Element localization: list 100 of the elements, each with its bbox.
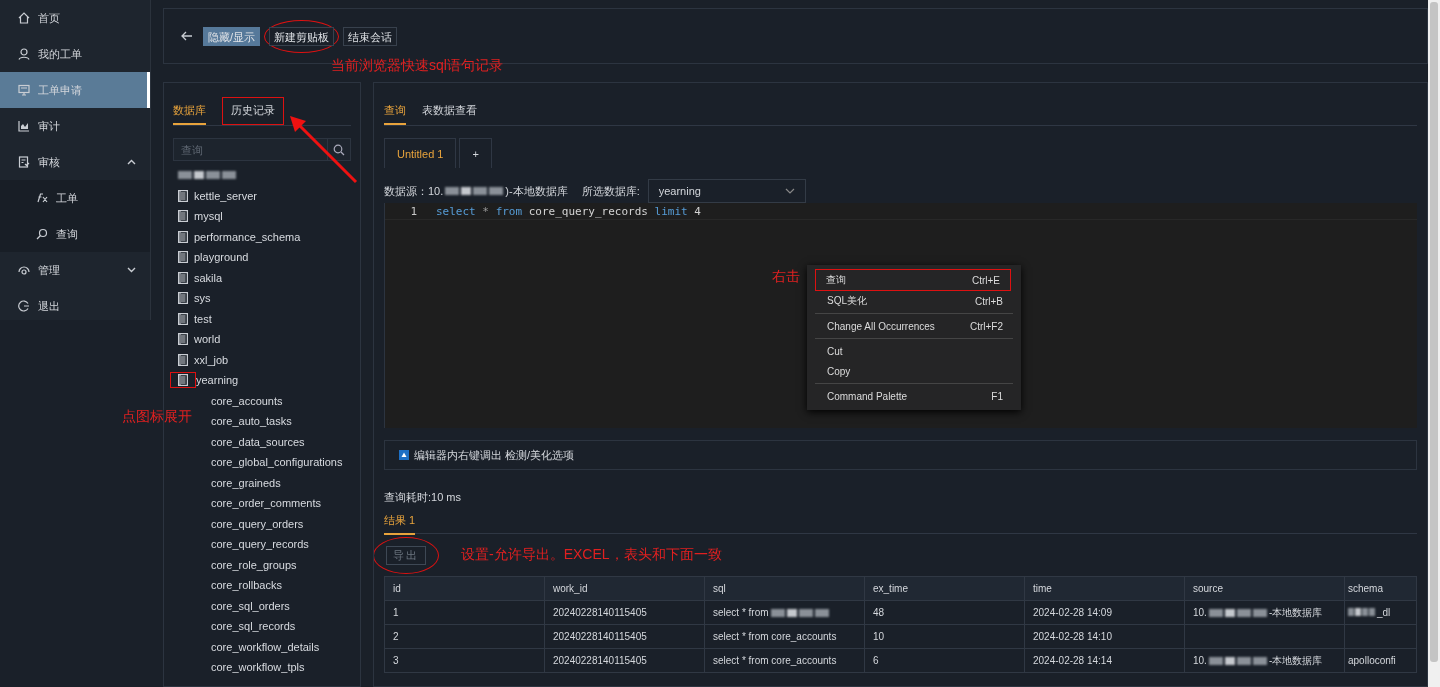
table-cell: 48 — [873, 607, 885, 618]
table-cell: 20240228140115405 — [553, 607, 647, 618]
data-source-label: 数据源：10. — [384, 183, 444, 199]
tree-item[interactable]: kettle_server — [194, 189, 257, 202]
tree-item[interactable]: playground — [194, 251, 249, 264]
user-icon — [18, 48, 30, 60]
tree-item[interactable]: yearning — [196, 374, 239, 387]
database-icon[interactable] — [178, 230, 188, 243]
sidebar-item[interactable]: 管理 — [0, 252, 150, 288]
chevron-down-icon — [784, 188, 795, 194]
function-icon — [36, 192, 48, 204]
code-editor[interactable]: 1 select * from core_query_records limit 4 查询 Ctrl+E SQL美化 Ctrl+B Change All Occurrences Ctrl+F2 Cut Copy Command Palette F1 右击 — [384, 203, 1417, 428]
info-icon — [399, 450, 409, 460]
scrollbar[interactable] — [1428, 0, 1440, 687]
blurred-text — [178, 171, 236, 180]
tree-item[interactable]: core_workflow_tpls — [211, 661, 305, 674]
toolbar-button[interactable]: 结束会话 — [343, 26, 398, 46]
sidebar-item[interactable]: 查询 — [0, 216, 150, 252]
table-cell: 10 — [873, 631, 885, 642]
tab[interactable]: 表数据查看 — [422, 97, 477, 125]
tree-item[interactable]: world — [194, 333, 221, 346]
tree-item[interactable]: core_workflow_details — [211, 640, 320, 653]
editor-tab[interactable]: Untitled 1 — [384, 138, 457, 168]
tip-text: 编辑器内右键调出 检测/美化选项 — [414, 447, 575, 463]
search-field[interactable]: 查询 — [173, 138, 328, 161]
tree-item[interactable]: core_auto_tasks — [211, 415, 292, 428]
menu-item[interactable]: SQL美化 Ctrl+B — [807, 291, 1021, 311]
annotation-note: 当前浏览器快速sql语句记录 — [331, 57, 503, 75]
database-icon[interactable] — [178, 210, 188, 223]
line-number: 1 — [409, 204, 417, 218]
table-cell: apolloconfi — [1348, 655, 1396, 666]
table-cell: 20240228140115405 — [553, 655, 647, 666]
annotation-arrow — [290, 116, 358, 184]
toolbar-button[interactable]: 隐藏/显示 — [203, 26, 261, 46]
tree-item[interactable]: sakila — [194, 271, 223, 284]
tree-item[interactable]: mysql — [194, 210, 223, 223]
sidebar-item[interactable]: 退出 — [0, 288, 150, 324]
column-header: ex_time — [864, 576, 1025, 601]
tree-item[interactable]: xxl_job — [194, 353, 229, 366]
tree-item[interactable]: performance_schema — [194, 230, 301, 243]
database-icon[interactable] — [178, 353, 188, 366]
table-cell: 6 — [873, 655, 879, 666]
table-cell: 1 — [393, 607, 399, 618]
blurred-text — [445, 187, 504, 195]
table-cell: _dl — [1377, 606, 1391, 618]
column-header: schema — [1344, 576, 1417, 601]
tab[interactable]: 结果 1 — [384, 507, 416, 535]
column-header: sql — [704, 576, 865, 601]
chart-icon — [18, 120, 30, 132]
tree-item[interactable]: core_sql_records — [211, 620, 296, 633]
menu-item[interactable]: Copy — [807, 361, 1021, 381]
annotation-note: 设置-允许导出。EXCEL，表头和下面一致 — [461, 546, 722, 564]
tree-item[interactable]: core_query_orders — [211, 517, 304, 530]
database-select[interactable]: yearning — [647, 179, 806, 203]
tab[interactable]: 数据库 — [173, 97, 206, 125]
table-cell: 10. — [1193, 607, 1207, 618]
database-icon[interactable] — [178, 374, 188, 387]
tab[interactable]: 查询 — [384, 97, 406, 125]
search-icon[interactable] — [328, 138, 351, 161]
tree-item[interactable]: core_data_sources — [211, 435, 305, 448]
table-cell: 3 — [393, 655, 399, 666]
database-icon[interactable] — [178, 271, 188, 284]
sidebar-item[interactable]: 我的工单 — [0, 36, 150, 72]
editor-tab[interactable]: + — [459, 138, 492, 168]
database-icon[interactable] — [178, 251, 188, 264]
annotation-note: 右击 — [772, 268, 800, 286]
query-time: 查询耗时:10 ms — [384, 490, 462, 505]
database-icon[interactable] — [178, 189, 188, 202]
eye-icon — [18, 264, 30, 276]
menu-item[interactable]: Command Palette F1 — [807, 386, 1021, 406]
tab[interactable]: 历史记录 — [227, 100, 279, 122]
tree-item[interactable]: core_rollbacks — [211, 579, 282, 592]
table-cell: 2 — [393, 631, 399, 642]
sidebar-item[interactable]: 审核 — [0, 144, 150, 180]
sidebar-item[interactable]: 工单 — [0, 180, 150, 216]
table-cell: 2024-02-28 14:10 — [1033, 631, 1112, 642]
tree-item[interactable]: core_query_records — [211, 538, 309, 551]
menu-item[interactable]: 查询 Ctrl+E — [816, 270, 1010, 290]
tree-item[interactable]: test — [194, 312, 212, 325]
sidebar-item[interactable]: 首页 — [0, 0, 150, 36]
tree-item[interactable]: core_accounts — [211, 394, 283, 407]
database-icon[interactable] — [178, 312, 188, 325]
back-arrow-icon[interactable] — [181, 31, 193, 41]
sidebar-item[interactable]: 审计 — [0, 108, 150, 144]
tree-item[interactable]: core_graineds — [211, 476, 281, 489]
tree-item[interactable]: sys — [194, 292, 211, 305]
table-cell: select * from core_accounts — [713, 631, 837, 642]
column-header: id — [384, 576, 545, 601]
menu-item[interactable]: Cut — [807, 341, 1021, 361]
tree-item[interactable]: core_global_configurations — [211, 456, 343, 469]
tree-item[interactable]: core_order_comments — [211, 497, 322, 510]
database-icon[interactable] — [178, 333, 188, 346]
table-cell: -本地数据库 — [1268, 605, 1323, 620]
menu-item[interactable]: Change All Occurrences Ctrl+F2 — [807, 316, 1021, 336]
table-cell: 10. — [1193, 655, 1207, 666]
database-icon[interactable] — [178, 292, 188, 305]
tree-item[interactable]: core_role_groups — [211, 558, 297, 571]
toolbar-button[interactable]: 新建剪贴板 — [269, 26, 335, 46]
document-icon — [18, 156, 30, 168]
tree-item[interactable]: core_sql_orders — [211, 599, 290, 612]
